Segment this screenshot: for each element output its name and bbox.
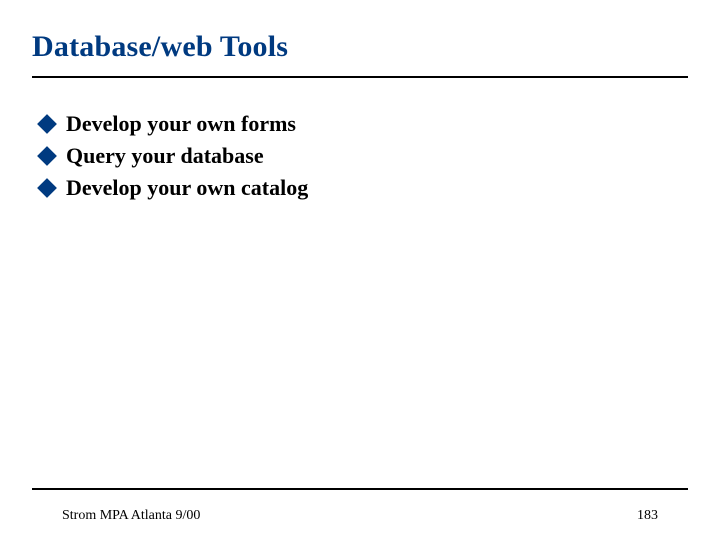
list-item-label: Develop your own forms xyxy=(66,108,296,140)
diamond-icon xyxy=(37,146,57,166)
slide: Database/web Tools Develop your own form… xyxy=(0,0,720,540)
list-item-label: Develop your own catalog xyxy=(66,172,308,204)
list-item: Query your database xyxy=(40,140,688,172)
footer-divider xyxy=(32,488,688,490)
footer: Strom MPA Atlanta 9/00 183 xyxy=(32,508,688,524)
list-item: Develop your own catalog xyxy=(40,172,688,204)
diamond-icon xyxy=(37,114,57,134)
list-item-label: Query your database xyxy=(66,140,264,172)
bullet-list: Develop your own forms Query your databa… xyxy=(40,108,688,204)
footer-left-text: Strom MPA Atlanta 9/00 xyxy=(62,508,200,524)
list-item: Develop your own forms xyxy=(40,108,688,140)
slide-title: Database/web Tools xyxy=(32,30,688,78)
page-number: 183 xyxy=(637,508,658,524)
diamond-icon xyxy=(37,178,57,198)
